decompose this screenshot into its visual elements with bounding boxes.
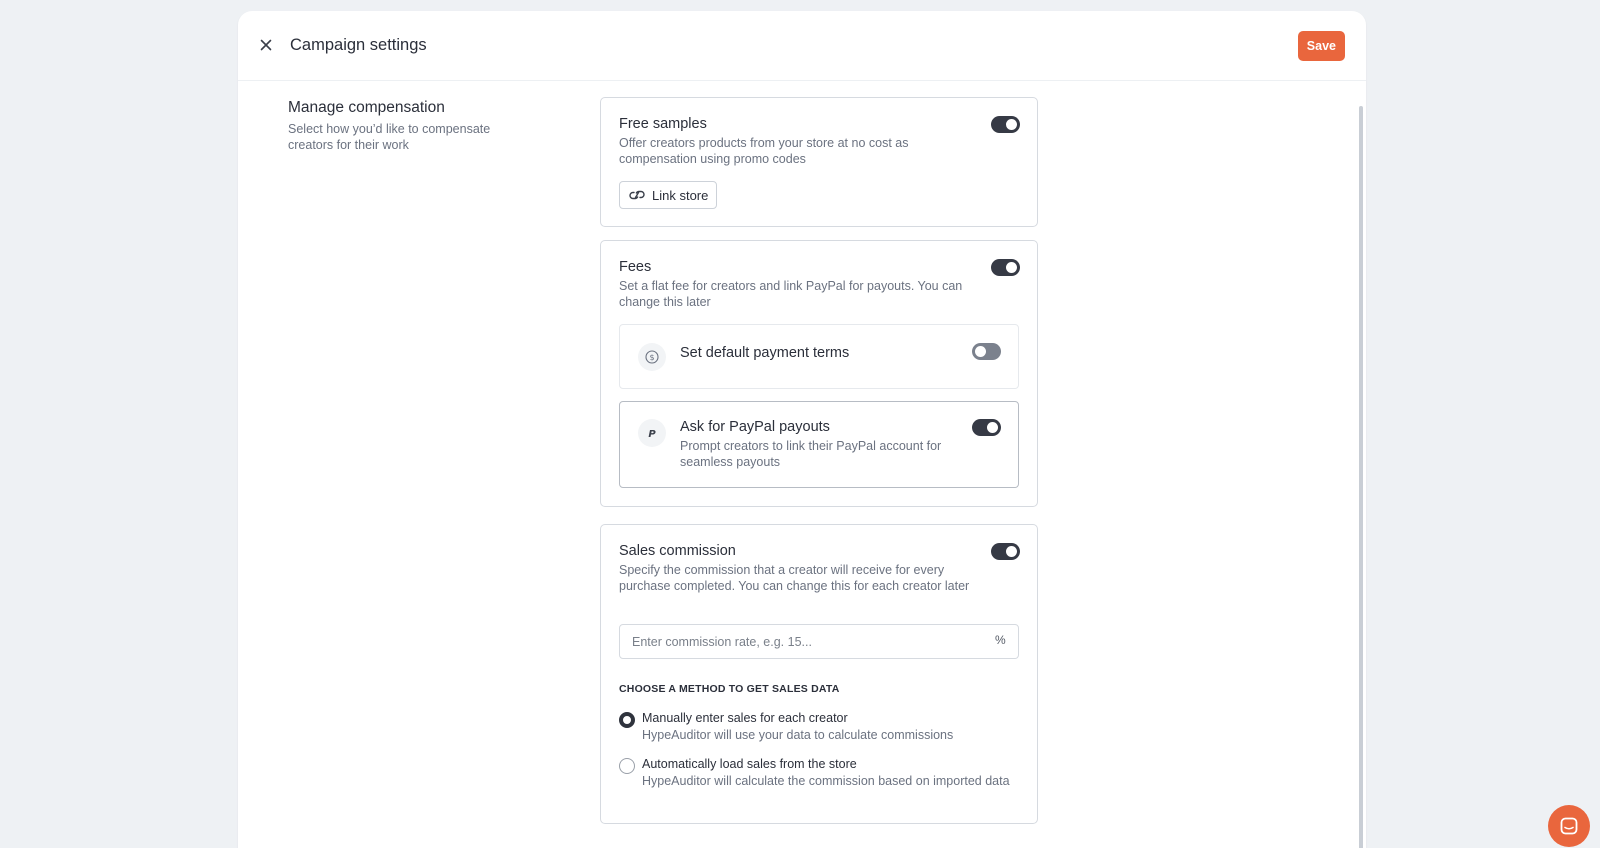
scrollbar[interactable] [1359, 106, 1363, 848]
percent-icon: % [995, 633, 1006, 647]
section-description: Select how you’d like to compensate crea… [288, 122, 491, 152]
payment-terms-title: Set default payment terms [680, 345, 850, 361]
free-samples-card: Free samples Offer creators products fro… [600, 97, 1038, 227]
manual-sales-label: Manually enter sales for each creator [642, 711, 848, 725]
fees-toggle[interactable] [991, 259, 1020, 276]
close-button[interactable] [256, 35, 276, 55]
free-samples-toggle[interactable] [991, 116, 1020, 133]
dollar-circle-icon: $ [638, 343, 666, 371]
sales-commission-description: Specify the commission that a creator wi… [619, 563, 970, 593]
paypal-title: Ask for PayPal payouts [680, 419, 830, 435]
link-icon [629, 190, 645, 200]
fees-title: Fees [619, 259, 652, 275]
svg-text:$: $ [649, 353, 654, 362]
payment-terms-card[interactable]: $ Set default payment terms [619, 324, 1019, 389]
sales-commission-card: Sales commission Specify the commission … [600, 524, 1038, 824]
paypal-payouts-card[interactable]: P Ask for PayPal payouts Prompt creators… [619, 401, 1019, 488]
paypal-toggle[interactable] [972, 419, 1001, 436]
campaign-settings-modal: Campaign settings Save Manage compensati… [238, 11, 1366, 848]
sales-commission-title: Sales commission [619, 543, 736, 559]
chat-launcher-button[interactable] [1548, 805, 1590, 847]
svg-text:P: P [648, 429, 656, 439]
manual-sales-description: HypeAuditor will use your data to calcul… [642, 728, 954, 742]
link-store-button[interactable]: Link store [619, 181, 718, 209]
payment-terms-toggle[interactable] [972, 343, 1001, 360]
page-title: Campaign settings [290, 36, 427, 54]
paypal-icon: P [638, 419, 666, 447]
section-title: Manage compensation [288, 99, 445, 116]
commission-rate-input[interactable] [619, 624, 1019, 659]
manual-sales-radio[interactable] [619, 712, 635, 728]
close-icon [260, 39, 272, 51]
save-button[interactable]: Save [1297, 31, 1345, 61]
fees-description: Set a flat fee for creators and link Pay… [619, 279, 963, 309]
auto-sales-label: Automatically load sales from the store [642, 757, 857, 771]
sales-commission-toggle[interactable] [991, 543, 1020, 560]
chat-icon [1560, 817, 1578, 835]
free-samples-description: Offer creators products from your store … [619, 136, 909, 166]
fees-card: Fees Set a flat fee for creators and lin… [600, 240, 1038, 507]
auto-sales-radio[interactable] [619, 758, 635, 774]
sales-method-heading: CHOOSE A METHOD TO GET SALES DATA [619, 683, 840, 695]
free-samples-title: Free samples [619, 116, 707, 132]
modal-header: Campaign settings Save [238, 11, 1366, 81]
paypal-description: Prompt creators to link their PayPal acc… [680, 439, 942, 469]
link-store-label: Link store [652, 187, 709, 203]
auto-sales-description: HypeAuditor will calculate the commissio… [642, 774, 1010, 788]
